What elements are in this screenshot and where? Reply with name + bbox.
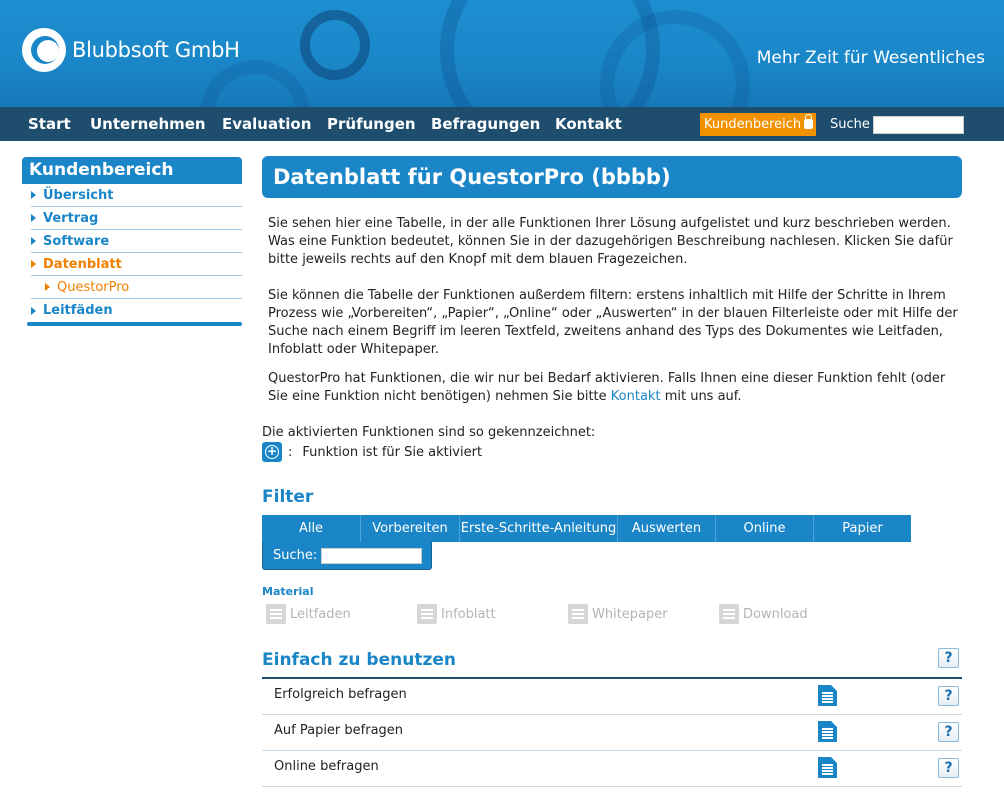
main-content: Datenblatt für QuestorPro (bbbb) Sie seh… — [262, 156, 962, 805]
help-button[interactable]: ? — [938, 758, 959, 778]
arrow-right-icon — [31, 260, 36, 268]
filter-button-auswerten[interactable]: Auswerten — [618, 515, 716, 542]
material-label: Whitepaper — [592, 606, 668, 622]
document-icon[interactable] — [818, 685, 837, 706]
sidebar-item-label: Übersicht — [43, 187, 114, 203]
info-icon — [417, 604, 437, 624]
sidebar-title: Kundenbereich — [22, 157, 242, 184]
material-label: Download — [743, 606, 808, 622]
nav-item-unternehmen[interactable]: Unternehmen — [90, 115, 206, 133]
material-filters: Leitfaden Infoblatt Whitepaper Download — [262, 604, 962, 624]
sidebar-item-label: Vertrag — [43, 210, 99, 226]
sidebar-item-label: Datenblatt — [43, 256, 122, 272]
material-title: Material — [262, 585, 314, 598]
sidebar-bottom-bar — [27, 322, 242, 326]
sidebar-item-label: Leitfäden — [43, 303, 113, 318]
sidebar: Kundenbereich Übersicht Vertrag Software… — [22, 157, 242, 326]
arrow-right-icon — [31, 191, 36, 199]
sidebar-item-questorpro[interactable]: QuestorPro — [31, 276, 242, 299]
material-leitfaden[interactable]: Leitfaden — [266, 604, 417, 624]
nav-item-evaluation[interactable]: Evaluation — [222, 115, 311, 133]
material-infoblatt[interactable]: Infoblatt — [417, 604, 568, 624]
activated-text: Funktion ist für Sie aktiviert — [302, 444, 483, 460]
table-row: Auf Papier befragen ? — [262, 715, 962, 751]
row-label: Erfolgreich befragen — [274, 687, 407, 702]
filter-search: Suche: — [262, 542, 432, 570]
filter-button-alle[interactable]: Alle — [262, 515, 361, 542]
document-icon[interactable] — [818, 757, 837, 778]
help-button[interactable]: ? — [938, 686, 959, 706]
slogan: Mehr Zeit für Wesentliches — [756, 48, 985, 68]
filter-button-erste-schritte[interactable]: Erste-Schritte-Anleitung — [460, 515, 618, 542]
filter-search-label: Suche: — [273, 548, 318, 563]
filter-title: Filter — [262, 487, 314, 507]
help-button[interactable]: ? — [938, 722, 959, 742]
table-row: Online befragen ? — [262, 751, 962, 787]
row-label: Auf Papier befragen — [274, 723, 404, 738]
nav-search-label: Suche — [830, 117, 870, 132]
sidebar-item-uebersicht[interactable]: Übersicht — [31, 184, 242, 207]
arrow-right-icon — [45, 283, 50, 291]
activated-separator: : — [288, 444, 293, 460]
nav-item-kontakt[interactable]: Kontakt — [555, 115, 622, 133]
filter-paragraph: Sie können die Tabelle der Funktionen au… — [268, 288, 958, 357]
filter-search-input[interactable] — [321, 547, 423, 564]
activation-text-1: QuestorPro hat Funktionen, die wir nur b… — [268, 371, 946, 404]
row-label: Online befragen — [274, 759, 379, 774]
filter-button-vorbereiten[interactable]: Vorbereiten — [361, 515, 460, 542]
document-icon — [266, 604, 286, 624]
nav-search-input[interactable] — [873, 116, 964, 134]
sidebar-item-vertrag[interactable]: Vertrag — [31, 207, 242, 230]
logo-icon — [22, 28, 66, 72]
arrow-right-icon — [31, 214, 36, 222]
nav-item-befragungen[interactable]: Befragungen — [431, 115, 540, 133]
sidebar-item-label: Software — [43, 233, 110, 249]
gear-decoration — [300, 10, 370, 80]
activation-text-2: mit uns auf. — [660, 389, 742, 404]
sidebar-item-software[interactable]: Software — [31, 230, 242, 253]
section-title: Einfach zu benutzen — [262, 650, 456, 670]
page-title: Datenblatt für QuestorPro (bbbb) — [262, 156, 962, 198]
customer-area-button[interactable]: Kundenbereich — [700, 113, 816, 136]
section-help-button[interactable]: ? — [938, 648, 959, 668]
material-label: Infoblatt — [441, 606, 496, 622]
filter-button-online[interactable]: Online — [716, 515, 814, 542]
activation-paragraph: QuestorPro hat Funktionen, die wir nur b… — [268, 370, 962, 406]
arrow-right-icon — [31, 237, 36, 245]
sidebar-item-leitfaeden[interactable]: Leitfäden — [31, 299, 242, 322]
intro-paragraph: Sie sehen hier eine Tabelle, in der alle… — [268, 216, 953, 267]
whitepaper-icon — [568, 604, 588, 624]
filter-button-papier[interactable]: Papier — [814, 515, 911, 542]
activated-label: Die aktivierten Funktionen sind so geken… — [262, 425, 596, 440]
filter-bar: Alle Vorbereiten Erste-Schritte-Anleitun… — [262, 515, 911, 542]
logo[interactable]: Blubbsoft GmbH — [22, 28, 240, 72]
function-section: Einfach zu benutzen ? Erfolgreich befrag… — [262, 648, 962, 805]
customer-area-label: Kundenbereich — [704, 117, 802, 132]
material-download[interactable]: Download — [719, 604, 808, 624]
table-row: Erfolgreich befragen ? — [262, 679, 962, 715]
arrow-right-icon — [31, 306, 36, 315]
nav-item-pruefungen[interactable]: Prüfungen — [327, 115, 416, 133]
sidebar-item-label: QuestorPro — [57, 279, 130, 295]
plus-circle-icon: + — [262, 442, 282, 462]
site-header: Blubbsoft GmbH Mehr Zeit für Wesentliche… — [0, 0, 1004, 107]
brand-name: Blubbsoft GmbH — [72, 38, 240, 62]
lock-icon — [804, 114, 814, 129]
download-icon — [719, 604, 739, 624]
sidebar-item-datenblatt[interactable]: Datenblatt — [31, 253, 242, 276]
activated-legend: + : Funktion ist für Sie aktiviert — [262, 442, 962, 462]
material-whitepaper[interactable]: Whitepaper — [568, 604, 719, 624]
document-icon[interactable] — [818, 721, 837, 742]
contact-link[interactable]: Kontakt — [611, 389, 661, 404]
main-nav: Start Unternehmen Evaluation Prüfungen B… — [0, 107, 1004, 141]
nav-item-start[interactable]: Start — [28, 115, 71, 133]
material-label: Leitfaden — [290, 606, 351, 622]
